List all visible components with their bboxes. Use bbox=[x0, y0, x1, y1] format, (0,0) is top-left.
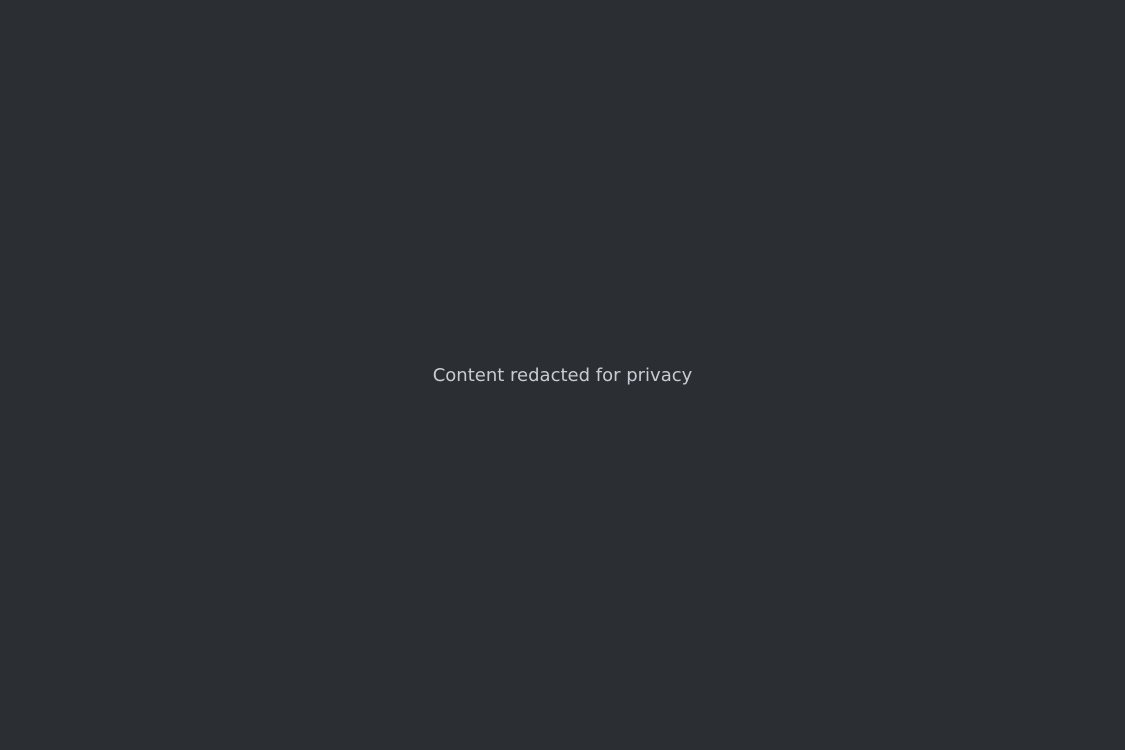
redaction-notice: Content redacted for privacy bbox=[432, 364, 693, 386]
